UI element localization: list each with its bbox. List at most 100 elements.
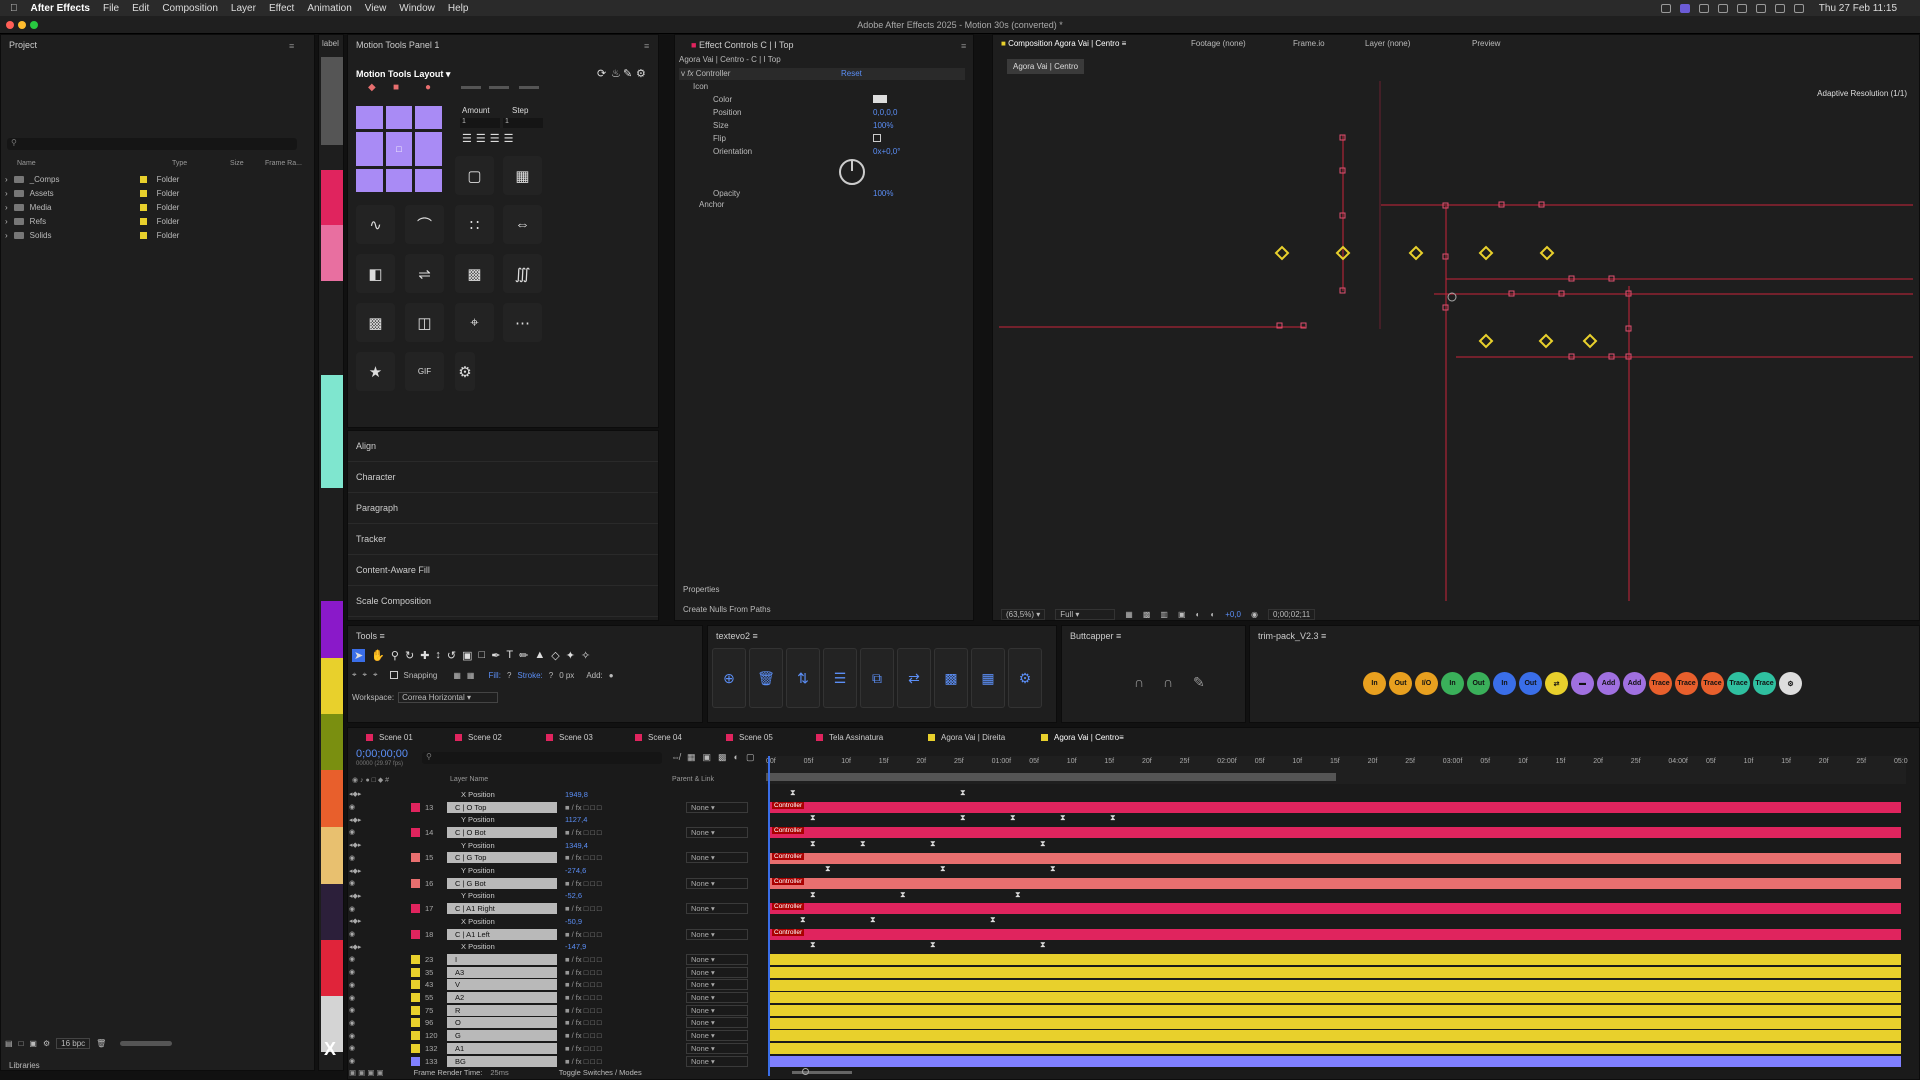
layer-name[interactable]: C | A1 Left	[447, 928, 557, 940]
label-color[interactable]	[411, 1043, 420, 1053]
visibility-icon[interactable]: ◉	[349, 854, 357, 862]
clock[interactable]: Thu 27 Feb 11:15	[1819, 3, 1897, 14]
section-character[interactable]: Character	[348, 462, 658, 493]
layer-duration-bar[interactable]	[770, 1017, 1901, 1029]
trace-button-5[interactable]: Trace	[1753, 672, 1776, 695]
ease-bar-2[interactable]	[489, 86, 509, 89]
layer-duration-bar[interactable]	[770, 954, 1901, 966]
pencil-icon[interactable]: ✎	[623, 67, 632, 80]
label-color[interactable]	[411, 967, 420, 977]
keyframe[interactable]: ⧗	[810, 813, 816, 823]
visibility-icon[interactable]: ◉	[349, 1032, 357, 1040]
keyframe[interactable]: ⧗	[960, 813, 966, 823]
section-paragraph[interactable]: Paragraph	[348, 493, 658, 524]
keyframe[interactable]: ⧗	[860, 839, 866, 849]
roto-tool-icon[interactable]: ✦	[566, 649, 575, 662]
ec-icon-group[interactable]: Icon	[693, 82, 708, 91]
brush-tool-icon[interactable]: ✏	[519, 649, 528, 662]
circle-key-icon[interactable]: ●	[425, 82, 431, 93]
label-swatch-sand[interactable]	[321, 827, 343, 884]
visibility-icon[interactable]: ◉	[349, 968, 357, 976]
stroke-width[interactable]: 0 px	[559, 671, 574, 680]
label-swatch-orange[interactable]	[321, 770, 343, 827]
list-item[interactable]: › Refs Folder	[1, 214, 301, 228]
layer-switches[interactable]: ■ / fx □ □ □	[565, 1031, 601, 1040]
orientation-dial[interactable]	[839, 159, 865, 185]
layer-name[interactable]: C | O Bot	[447, 826, 557, 838]
layer-duration-bar[interactable]: Controller	[770, 903, 1901, 915]
hand-tool-icon[interactable]: ✋	[371, 649, 385, 662]
exposure-value[interactable]: +0,0	[1225, 610, 1241, 619]
parent-dropdown[interactable]: None ▾	[686, 826, 748, 838]
keyframe[interactable]: ⧗	[1040, 839, 1046, 849]
keyframe[interactable]: ⧗	[810, 890, 816, 900]
comp-flow-icon[interactable]: ▦	[687, 752, 696, 763]
trim-io-button[interactable]: I/O	[1415, 672, 1438, 695]
layer-switches[interactable]: ■ / fx □ □ □	[565, 968, 601, 977]
record-icon[interactable]	[1717, 3, 1728, 13]
tab-frameio[interactable]: Frame.io	[1293, 39, 1365, 48]
ease-bar-1[interactable]	[461, 86, 481, 89]
transparency-icon[interactable]: ▩	[1143, 610, 1151, 619]
zoom-window-icon[interactable]	[30, 21, 38, 29]
pen-tool-icon[interactable]: ✒	[491, 649, 500, 662]
property-row[interactable]: ◂◆▸ X Position 1949,8 ⧗ ⧗	[349, 788, 1909, 801]
layer-name[interactable]: G	[447, 1030, 557, 1042]
time-ruler[interactable]: 00f 05f 10f 15f 20f 25f 01:00f 05f 10f 15f 20f 25f 0…	[766, 756, 1908, 1076]
visibility-icon[interactable]: ◉	[349, 1019, 357, 1027]
layer-name[interactable]: R	[447, 1004, 557, 1016]
label-color[interactable]	[411, 827, 420, 837]
square-key-icon[interactable]: ■	[393, 82, 399, 93]
trace-button-1[interactable]: Trace	[1649, 672, 1672, 695]
trim-icon[interactable]: ◧	[356, 254, 395, 293]
grid-dots-icon[interactable]: ▩	[455, 254, 494, 293]
table-row[interactable]: ◉ 75 R ■ / fx □ □ □ None ▾	[349, 1004, 1909, 1017]
visibility-icon[interactable]: ◉	[349, 879, 357, 887]
label-color[interactable]	[411, 929, 420, 939]
parent-dropdown[interactable]: None ▾	[686, 1055, 748, 1067]
diamond-key-icon[interactable]: ◆	[368, 82, 376, 93]
layer-name[interactable]: V	[447, 979, 557, 991]
status-icon[interactable]	[1660, 3, 1671, 13]
parent-dropdown[interactable]: None ▾	[686, 979, 748, 991]
layer-name[interactable]: A2	[447, 992, 557, 1004]
table-row[interactable]: ◉ 120 G ■ / fx □ □ □ None ▾	[349, 1029, 1909, 1042]
anchor-br[interactable]	[415, 168, 442, 192]
trace-button-4[interactable]: Trace	[1727, 672, 1750, 695]
menu-effect[interactable]: Effect	[269, 3, 294, 14]
textevo-lines-icon[interactable]: ☰	[823, 648, 857, 708]
visibility-icon[interactable]: ◉	[349, 994, 357, 1002]
visibility-icon[interactable]: ◉	[349, 981, 357, 989]
trace-button-3[interactable]: Trace	[1701, 672, 1724, 695]
table-row[interactable]: ◉ 15 C | G Top ■ / fx □ □ □ None ▾ Controller	[349, 852, 1909, 865]
frame-blend-icon[interactable]: ▩	[718, 752, 727, 763]
create-nulls-section[interactable]: Create Nulls From Paths	[683, 605, 771, 614]
visibility-icon[interactable]: ◉	[349, 803, 357, 811]
tab-agora-direita[interactable]: Agora Vai | Direita	[928, 733, 1005, 742]
trim-shift-icon[interactable]: ⇄	[1545, 672, 1568, 695]
zoom-tool-icon[interactable]: ⚲	[391, 649, 399, 662]
label-color[interactable]	[411, 1031, 420, 1041]
keyframe[interactable]: ⧗	[1050, 864, 1056, 874]
effect-controls-tab[interactable]: ■ Effect Controls C | I Top	[675, 35, 973, 55]
layer-switches[interactable]: ■ / fx □ □ □	[565, 993, 601, 1002]
fill-swatch[interactable]: ?	[507, 671, 511, 680]
trim-add2-button[interactable]: Add	[1623, 672, 1646, 695]
trimpack-tab[interactable]: trim-pack_V2.3 ≡	[1250, 626, 1919, 646]
keyframe[interactable]: ⧗	[790, 788, 796, 798]
layer-duration-bar[interactable]	[770, 966, 1901, 978]
tab-tela-assinatura[interactable]: Tela Assinatura	[816, 733, 883, 742]
panel-menu-icon[interactable]: ≡	[961, 41, 966, 51]
path-icon[interactable]: ⇌	[405, 254, 444, 293]
render-toggle-icons[interactable]: ▣ ▣ ▣ ▣	[349, 1068, 384, 1077]
layer-duration-bar[interactable]: Controller	[770, 852, 1901, 864]
ec-anchor-group[interactable]: Anchor	[699, 200, 724, 209]
keyframe[interactable]: ⧗	[1060, 813, 1066, 823]
label-swatch-purple[interactable]	[321, 601, 343, 658]
col-parent[interactable]: Parent & Link	[672, 776, 714, 783]
trim-add-button[interactable]: Add	[1597, 672, 1620, 695]
menu-file[interactable]: File	[103, 3, 119, 14]
table-row[interactable]: ◉ 18 C | A1 Left ■ / fx □ □ □ None ▾ Controll…	[349, 928, 1909, 941]
prop-orientation[interactable]: Orientation 0x+0,0°	[713, 145, 963, 158]
keyframe-nav-icon[interactable]: ◂◆▸	[349, 943, 361, 951]
